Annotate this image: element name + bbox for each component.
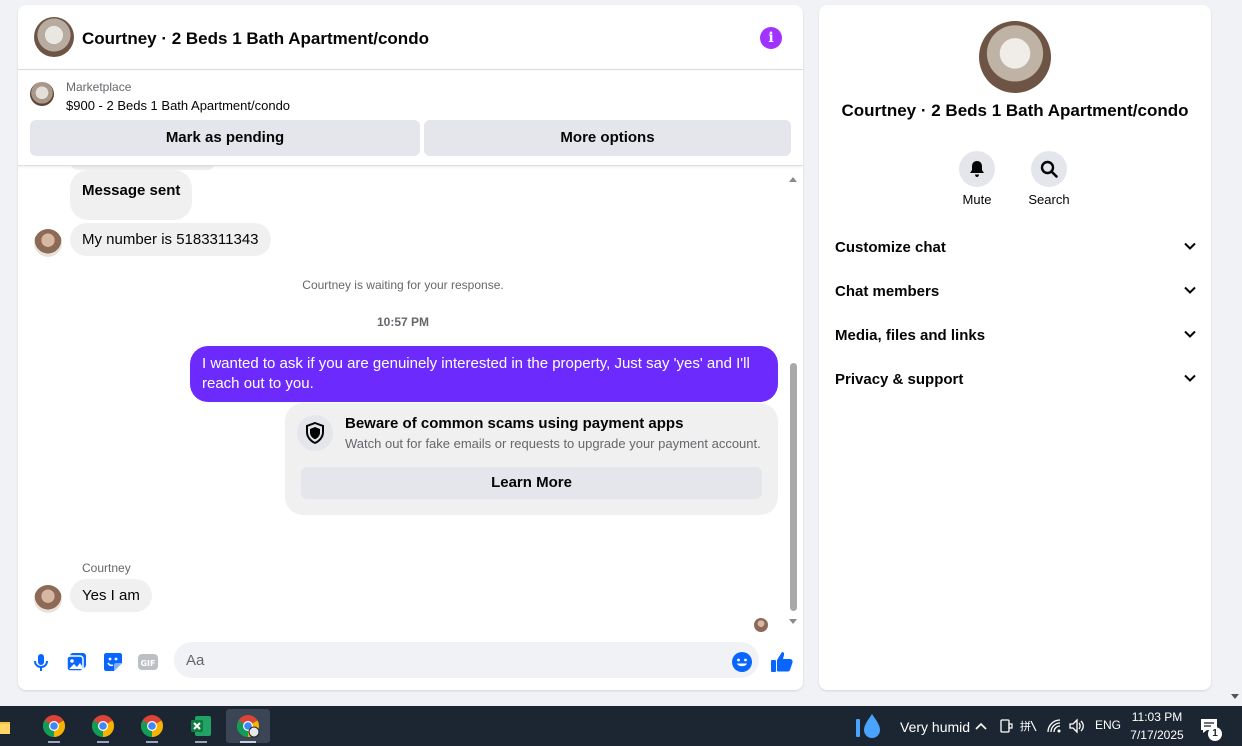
folder-icon bbox=[0, 722, 10, 734]
bell-icon[interactable] bbox=[959, 151, 995, 187]
listing-thumbnail[interactable] bbox=[30, 82, 54, 106]
scam-warning-card: Beware of common scams using payment app… bbox=[285, 403, 778, 515]
scroll-down-arrow-icon[interactable] bbox=[789, 619, 797, 624]
humidity-drop-icon bbox=[856, 714, 880, 738]
search-label: Search bbox=[1028, 192, 1070, 207]
excel-icon bbox=[191, 716, 211, 736]
shield-icon bbox=[297, 415, 333, 451]
chat-panel: Courtney · 2 Beds 1 Bath Apartment/condo… bbox=[18, 5, 803, 690]
sender-avatar[interactable] bbox=[34, 229, 62, 257]
section-label: Customize chat bbox=[835, 239, 946, 256]
chevron-down-icon bbox=[1184, 242, 1196, 250]
weather-text: Very humid bbox=[900, 719, 971, 735]
info-icon[interactable]: i bbox=[760, 27, 782, 49]
message-timestamp: 10:57 PM bbox=[376, 315, 430, 329]
chat-header: Courtney · 2 Beds 1 Bath Apartment/condo… bbox=[18, 5, 803, 70]
section-chat-members[interactable]: Chat members bbox=[835, 269, 1197, 313]
chevron-up-icon[interactable] bbox=[974, 720, 988, 732]
thumbs-up-icon[interactable] bbox=[770, 650, 794, 674]
scam-warning-subtitle: Watch out for fake emails or requests to… bbox=[345, 436, 761, 451]
windows-taskbar: Very humid 拼 ENG 11:03 PM 7/17/2025 1 bbox=[0, 706, 1242, 746]
running-indicator bbox=[195, 741, 207, 743]
running-indicator bbox=[97, 741, 109, 743]
taskbar-file-explorer[interactable] bbox=[0, 709, 22, 743]
section-customize-chat[interactable]: Customize chat bbox=[835, 225, 1197, 269]
message-list[interactable]: Message sent My number is 5183311343 Cou… bbox=[18, 166, 803, 636]
listing-title[interactable]: $900 - 2 Beds 1 Bath Apartment/condo bbox=[66, 98, 290, 113]
svg-text:拼: 拼 bbox=[1020, 719, 1031, 733]
mark-as-pending-button[interactable]: Mark as pending bbox=[30, 120, 420, 156]
more-options-button[interactable]: More options bbox=[424, 120, 791, 156]
taskbar-chrome-active[interactable] bbox=[226, 709, 270, 743]
chevron-down-icon bbox=[1184, 286, 1196, 294]
scam-warning-title: Beware of common scams using payment app… bbox=[345, 415, 684, 432]
conversation-avatar[interactable] bbox=[34, 17, 74, 57]
chrome-icon bbox=[237, 715, 260, 738]
taskbar-chrome-profile-1[interactable] bbox=[32, 709, 76, 743]
speaker-icon[interactable] bbox=[1068, 718, 1086, 734]
photo-icon[interactable] bbox=[66, 651, 88, 673]
scroll-up-arrow-icon[interactable] bbox=[789, 177, 797, 182]
incoming-message-bubble[interactable]: My number is 5183311343 bbox=[70, 223, 271, 256]
device-icon[interactable] bbox=[998, 718, 1014, 734]
section-label: Chat members bbox=[835, 283, 940, 300]
chrome-icon bbox=[92, 715, 114, 737]
scroll-thumb[interactable] bbox=[790, 363, 797, 611]
section-privacy-support[interactable]: Privacy & support bbox=[835, 357, 1197, 401]
mute-button[interactable]: Mute bbox=[947, 151, 1007, 207]
read-receipt-avatar bbox=[754, 618, 768, 632]
emoji-icon[interactable] bbox=[731, 651, 753, 673]
section-label: Media, files and links bbox=[835, 327, 986, 344]
wifi-icon[interactable] bbox=[1046, 718, 1062, 734]
message-composer: GIF bbox=[18, 637, 803, 687]
chrome-icon bbox=[43, 715, 65, 737]
notification-count-badge: 1 bbox=[1208, 727, 1222, 741]
sender-name: Courtney bbox=[82, 561, 131, 575]
chat-details-panel: Courtney · 2 Beds 1 Bath Apartment/condo… bbox=[819, 5, 1211, 690]
clock-date[interactable]: 7/17/2025 bbox=[1124, 728, 1190, 742]
clock-time[interactable]: 11:03 PM bbox=[1128, 710, 1186, 724]
section-label: Privacy & support bbox=[835, 371, 964, 388]
message-scrollbar[interactable] bbox=[789, 177, 799, 627]
taskbar-excel[interactable] bbox=[179, 709, 223, 743]
details-avatar[interactable] bbox=[979, 21, 1051, 93]
running-indicator bbox=[48, 741, 60, 743]
conversation-title[interactable]: Courtney · 2 Beds 1 Bath Apartment/condo bbox=[82, 29, 429, 49]
page-scroll-down-arrow-icon[interactable] bbox=[1231, 694, 1239, 699]
message-sent-bubble[interactable]: Message sent bbox=[70, 170, 193, 220]
message-input[interactable] bbox=[174, 642, 759, 678]
marketplace-label: Marketplace bbox=[66, 80, 132, 94]
input-method-icon[interactable]: 拼 bbox=[1020, 718, 1038, 734]
sticker-icon[interactable] bbox=[102, 651, 124, 673]
waiting-notice: Courtney is waiting for your response. bbox=[302, 278, 504, 292]
outgoing-message-bubble[interactable]: I wanted to ask if you are genuinely int… bbox=[190, 346, 778, 402]
details-title: Courtney · 2 Beds 1 Bath Apartment/condo bbox=[841, 101, 1189, 120]
taskbar-chrome-profile-2[interactable] bbox=[81, 709, 125, 743]
running-indicator bbox=[240, 741, 256, 743]
microphone-icon[interactable] bbox=[30, 651, 52, 673]
chevron-down-icon bbox=[1184, 330, 1196, 338]
language-indicator[interactable]: ENG bbox=[1095, 718, 1121, 732]
svg-text:GIF: GIF bbox=[140, 659, 155, 668]
chevron-down-icon bbox=[1184, 374, 1196, 382]
section-media-files-links[interactable]: Media, files and links bbox=[835, 313, 1197, 357]
taskbar-chrome-profile-3[interactable] bbox=[130, 709, 174, 743]
incoming-message-bubble[interactable]: Yes I am bbox=[70, 579, 152, 612]
learn-more-button[interactable]: Learn More bbox=[301, 467, 762, 499]
chrome-icon bbox=[141, 715, 163, 737]
marketplace-banner: Marketplace $900 - 2 Beds 1 Bath Apartme… bbox=[18, 70, 803, 166]
gif-icon[interactable]: GIF bbox=[137, 651, 159, 673]
search-icon[interactable] bbox=[1031, 151, 1067, 187]
running-indicator bbox=[146, 741, 158, 743]
sender-avatar[interactable] bbox=[34, 585, 62, 613]
search-button[interactable]: Search bbox=[1019, 151, 1079, 207]
mute-label: Mute bbox=[962, 192, 992, 207]
